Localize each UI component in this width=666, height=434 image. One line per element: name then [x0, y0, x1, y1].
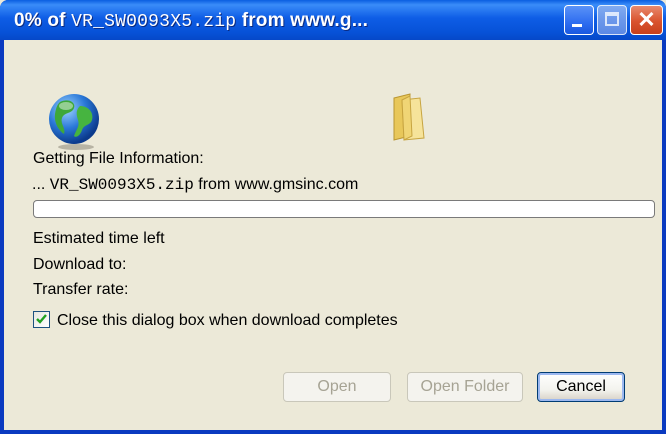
window-title: 0% of VR_SW0093X5.zip from www.g... — [14, 10, 368, 32]
folder-icon — [390, 92, 426, 147]
close-on-complete-label[interactable]: Close this dialog box when download comp… — [57, 312, 398, 330]
download-progress-bar — [33, 200, 655, 218]
file-name: VR_SW0093X5.zip — [49, 176, 194, 194]
checkmark-icon — [36, 314, 47, 324]
estimated-time-label: Estimated time left — [33, 230, 165, 247]
close-button[interactable]: ✕ — [630, 5, 663, 35]
transfer-rate-label: Transfer rate: — [33, 281, 129, 298]
maximize-button — [597, 5, 627, 35]
download-dialog: 0% of VR_SW0093X5.zip from www.g... ✕ Ge… — [0, 0, 666, 434]
close-icon: ✕ — [637, 7, 656, 32]
minimize-button[interactable] — [564, 5, 594, 35]
open-button[interactable]: Open — [283, 372, 391, 402]
status-heading: Getting File Information: — [33, 150, 204, 167]
file-source: from www.gmsinc.com — [198, 176, 359, 193]
globe-icon — [46, 92, 102, 155]
title-filename: VR_SW0093X5.zip — [71, 12, 237, 32]
title-suffix: from www.g... — [241, 10, 369, 31]
file-prefix: ... — [32, 176, 46, 193]
file-line: ... VR_SW0093X5.zip from www.gmsinc.com — [32, 176, 358, 194]
dialog-body: Getting File Information: ... VR_SW0093X… — [4, 40, 662, 430]
cancel-button[interactable]: Cancel — [537, 372, 625, 402]
close-on-complete-checkbox[interactable] — [33, 311, 50, 328]
open-folder-button[interactable]: Open Folder — [407, 372, 523, 402]
title-percent: 0% of — [14, 10, 66, 31]
download-to-label: Download to: — [33, 256, 127, 273]
title-bar[interactable]: 0% of VR_SW0093X5.zip from www.g... ✕ — [0, 0, 666, 40]
